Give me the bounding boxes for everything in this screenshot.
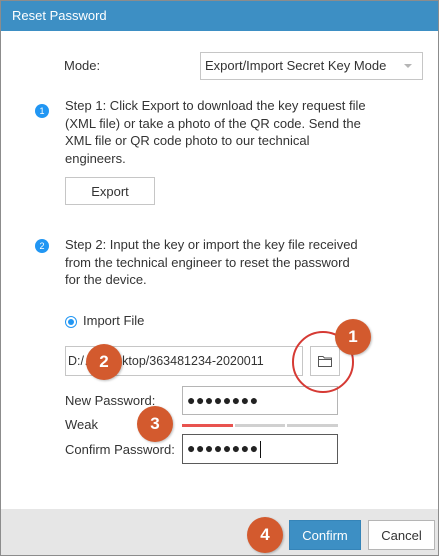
- annotation-badge-3: 3: [137, 406, 173, 442]
- step-1-line: XML file or QR code photo to our technic…: [65, 133, 310, 148]
- mode-label: Mode:: [64, 58, 101, 73]
- strength-segment: [287, 424, 338, 427]
- mode-select-value: Export/Import Secret Key Mode: [205, 58, 387, 73]
- dialog-title: Reset Password: [1, 1, 438, 31]
- step-1-line: Step 1: Click Export to download the key…: [65, 98, 366, 113]
- annotation-badge-2: 2: [86, 344, 122, 380]
- import-file-label[interactable]: Import File: [83, 313, 144, 329]
- annotation-badge-4: 4: [247, 517, 283, 553]
- export-button[interactable]: Export: [65, 177, 155, 205]
- step-1-line: (XML file) or take a photo of the QR cod…: [65, 115, 361, 131]
- step-1-line: engineers.: [65, 150, 126, 166]
- new-password-label: New Password:: [65, 393, 156, 408]
- confirm-password-label: Confirm Password:: [65, 442, 175, 457]
- step-2-line: from the technical engineer to reset the…: [65, 254, 350, 270]
- step-2-number: 2: [35, 239, 49, 253]
- text-cursor: [259, 440, 261, 458]
- step-2-line: Step 2: Input the key or import the key …: [65, 237, 358, 252]
- import-file-radio[interactable]: [65, 316, 77, 328]
- password-strength-meter: [182, 424, 338, 427]
- password-strength-label: Weak: [65, 417, 98, 432]
- cancel-button[interactable]: Cancel: [368, 520, 435, 550]
- chevron-down-icon: [404, 64, 412, 68]
- step-2-line: for the device.: [65, 272, 147, 287]
- annotation-badge-1: 1: [335, 319, 371, 355]
- confirm-password-input[interactable]: ●●●●●●●●: [182, 434, 338, 464]
- confirm-button[interactable]: Confirm: [289, 520, 361, 550]
- radio-selected-dot: [68, 319, 74, 325]
- step-1-number: 1: [35, 104, 49, 118]
- step-1-instructions: Step 1: Click Export to download the key…: [65, 97, 385, 167]
- mode-select[interactable]: Export/Import Secret Key Mode: [200, 52, 423, 80]
- strength-segment: [182, 424, 233, 427]
- step-2-instructions: Step 2: Input the key or import the key …: [65, 236, 385, 289]
- confirm-password-value: ●●●●●●●●: [187, 440, 259, 456]
- strength-segment: [234, 424, 286, 427]
- reset-password-dialog: Reset Password Mode: Export/Import Secre…: [0, 0, 439, 556]
